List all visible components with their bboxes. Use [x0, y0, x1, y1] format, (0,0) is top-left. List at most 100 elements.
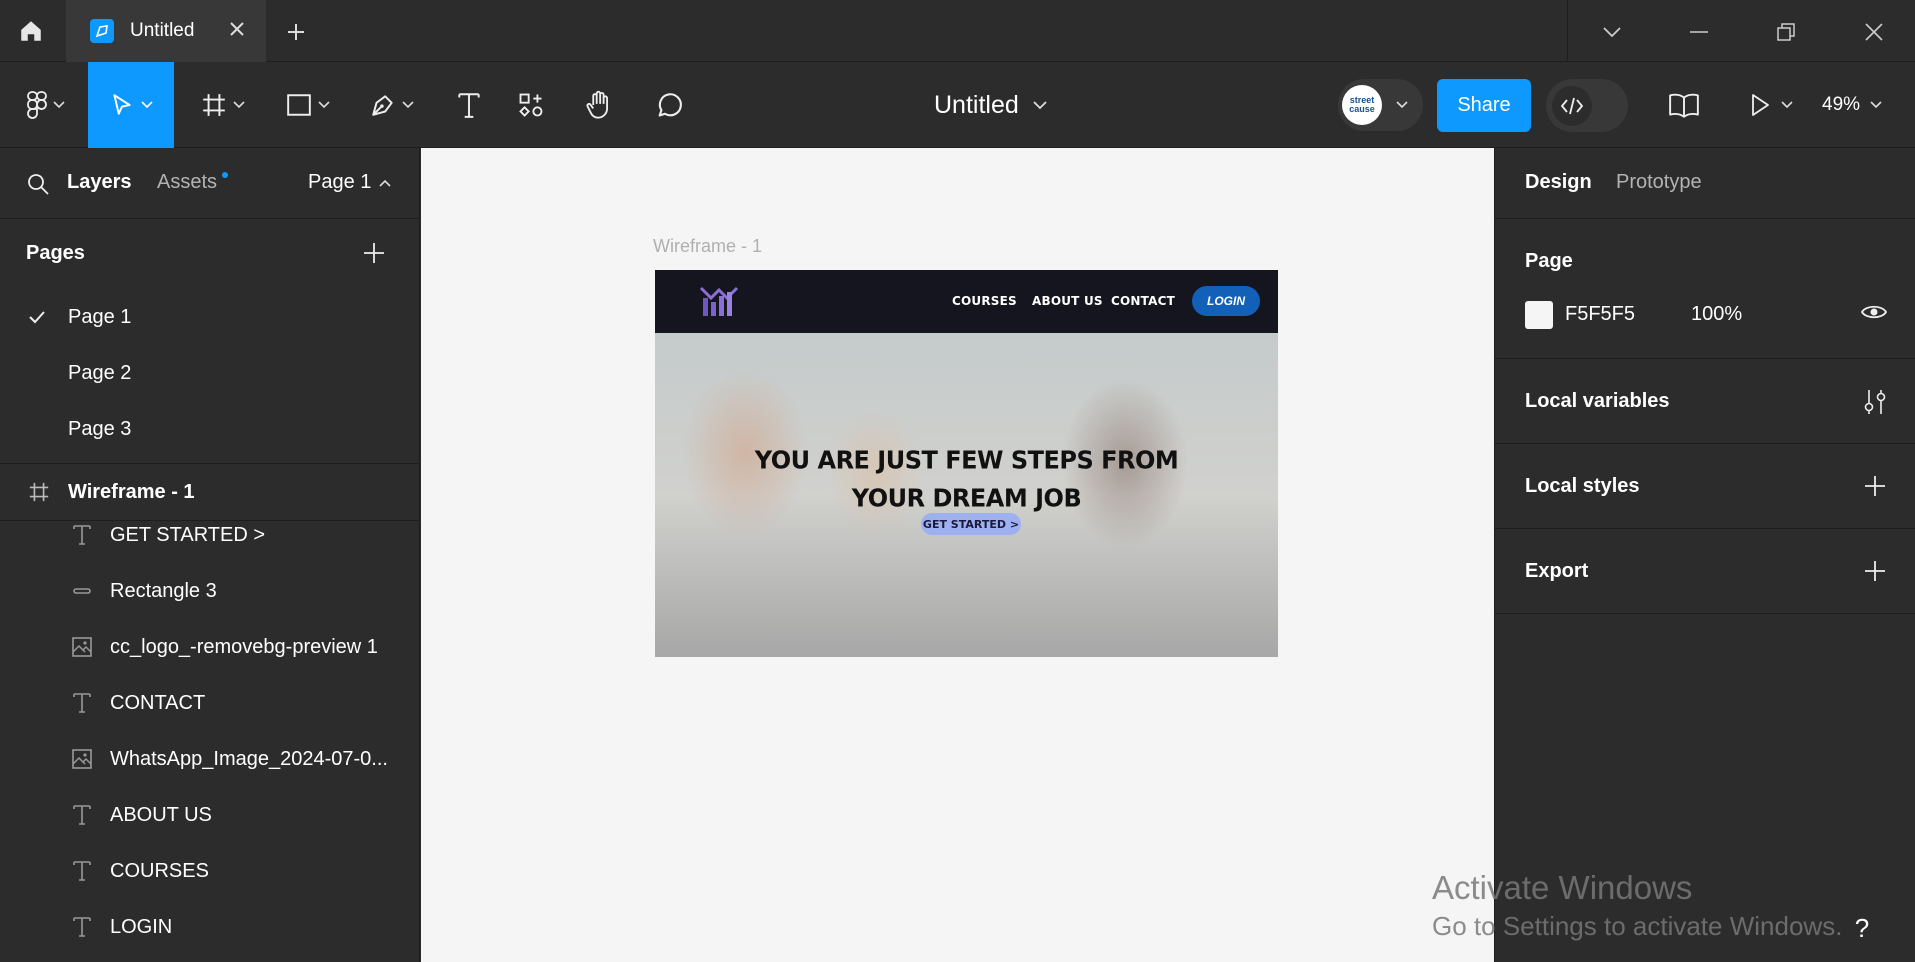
- checkmark-icon: [29, 311, 45, 324]
- main-toolbar: Untitled street cause Share 49%: [0, 62, 1915, 148]
- comment-tool-button[interactable]: [644, 62, 694, 148]
- layer-item[interactable]: cc_logo_-removebg-preview 1: [0, 619, 419, 675]
- page-item-2[interactable]: Page 2: [0, 345, 419, 401]
- search-icon: [28, 174, 49, 195]
- pen-tool-button[interactable]: [362, 62, 422, 148]
- close-window-button[interactable]: [1858, 16, 1890, 48]
- layer-label: GET STARTED >: [110, 523, 266, 546]
- tab-prototype[interactable]: Prototype: [1616, 171, 1702, 194]
- rectangle-icon: [287, 94, 311, 116]
- layer-item[interactable]: Rectangle 3: [0, 563, 419, 619]
- layer-label: Rectangle 3: [110, 579, 217, 602]
- chevron-down-icon: [1603, 27, 1621, 38]
- properties-panel: Design Prototype Page F5F5F5 100% Local …: [1494, 148, 1915, 962]
- page-bg-opacity-input[interactable]: 100%: [1691, 303, 1742, 326]
- tabs-dropdown-button[interactable]: [1596, 16, 1628, 48]
- image-icon: [70, 636, 94, 658]
- brand-logo-icon: [699, 286, 739, 316]
- chevron-down-icon: [1033, 100, 1047, 109]
- title-bar: Untitled: [0, 0, 1915, 62]
- home-button[interactable]: [0, 0, 62, 62]
- frame-tool-button[interactable]: [193, 62, 253, 148]
- wireframe-frame[interactable]: COURSES ABOUT US CONTACT LOGIN YOU ARE J…: [655, 270, 1278, 657]
- watermark-line-1: Activate Windows: [1432, 869, 1693, 906]
- text-icon: [70, 860, 94, 882]
- local-variables-section[interactable]: Local variables: [1495, 359, 1915, 444]
- frame-title-label[interactable]: Wireframe - 1: [653, 236, 762, 257]
- page-bg-hex-input[interactable]: F5F5F5: [1565, 303, 1635, 326]
- page-item-1[interactable]: Page 1: [0, 289, 419, 345]
- local-styles-section[interactable]: Local styles: [1495, 444, 1915, 529]
- current-page-label: Page 1: [308, 171, 372, 193]
- close-tab-button[interactable]: [228, 20, 246, 44]
- text-icon: [70, 692, 94, 714]
- hand-tool-button[interactable]: [574, 62, 624, 148]
- add-export-button[interactable]: [1863, 559, 1887, 588]
- wireframe-nav-contact: CONTACT: [1111, 294, 1175, 308]
- design-canvas[interactable]: Wireframe - 1 COURSES ABOUT US CONTACT L…: [421, 148, 1494, 962]
- plus-icon: [288, 24, 304, 40]
- layer-label: CONTACT: [110, 691, 206, 714]
- image-icon: [70, 748, 94, 770]
- cursor-icon: [113, 94, 131, 115]
- new-tab-button[interactable]: [280, 16, 312, 48]
- wireframe-login-button: LOGIN: [1192, 286, 1260, 316]
- document-title-button[interactable]: Untitled: [934, 62, 1047, 148]
- visibility-toggle[interactable]: [1860, 303, 1888, 326]
- chevron-down-icon: [1781, 101, 1793, 109]
- tab-assets[interactable]: Assets: [157, 171, 217, 194]
- main-menu-button[interactable]: [18, 62, 74, 148]
- hand-icon: [586, 90, 608, 119]
- hero-heading-line-2: YOUR DREAM JOB: [851, 483, 1082, 513]
- search-layers-button[interactable]: [26, 172, 50, 201]
- page-bg-color-swatch[interactable]: [1525, 301, 1553, 329]
- present-button[interactable]: [1742, 62, 1800, 148]
- layer-label: ABOUT US: [110, 803, 212, 826]
- export-section[interactable]: Export: [1495, 529, 1915, 614]
- multiplayer-avatar-button[interactable]: street cause: [1338, 79, 1423, 131]
- wireframe-hero-heading: YOU ARE JUST FEW STEPS FROM YOUR DREAM J…: [655, 441, 1278, 517]
- tab-layers[interactable]: Layers: [67, 171, 132, 194]
- file-tab[interactable]: Untitled: [66, 0, 266, 62]
- layer-item[interactable]: CONTACT: [0, 675, 419, 731]
- local-variables-title: Local variables: [1525, 390, 1670, 412]
- zoom-menu-button[interactable]: 49%: [1822, 62, 1882, 148]
- minimize-button[interactable]: [1683, 16, 1715, 48]
- file-tab-title: Untitled: [130, 20, 195, 41]
- dev-mode-toggle[interactable]: [1546, 79, 1628, 132]
- local-styles-title: Local styles: [1525, 475, 1640, 497]
- layer-label: WhatsApp_Image_2024-07-0...: [110, 747, 388, 770]
- wireframe-hero-image: YOU ARE JUST FEW STEPS FROM YOUR DREAM J…: [655, 333, 1278, 657]
- help-button[interactable]: ?: [1840, 906, 1884, 950]
- layer-item[interactable]: WhatsApp_Image_2024-07-0...: [0, 731, 419, 787]
- page-item-3[interactable]: Page 3: [0, 401, 419, 457]
- resources-tool-button[interactable]: [506, 62, 556, 148]
- share-button[interactable]: Share: [1437, 79, 1531, 132]
- frame-icon: [203, 94, 225, 116]
- hero-heading-line-1: YOU ARE JUST FEW STEPS FROM: [754, 445, 1179, 475]
- shape-tool-button[interactable]: [278, 62, 338, 148]
- chevron-down-icon: [233, 101, 245, 109]
- add-style-button[interactable]: [1863, 474, 1887, 503]
- restore-button[interactable]: [1770, 16, 1802, 48]
- assets-notification-dot: [222, 172, 228, 178]
- library-button[interactable]: [1664, 62, 1704, 148]
- layer-item[interactable]: ABOUT US: [0, 787, 419, 843]
- page-selector[interactable]: Page 1: [308, 171, 391, 194]
- open-variables-button[interactable]: [1863, 388, 1887, 421]
- code-icon: [1560, 97, 1584, 114]
- move-tool-button[interactable]: [88, 62, 174, 148]
- avatar: street cause: [1342, 85, 1382, 125]
- tab-design[interactable]: Design: [1525, 171, 1592, 194]
- chevron-down-icon: [53, 101, 65, 109]
- layer-item[interactable]: COURSES: [0, 843, 419, 899]
- add-page-button[interactable]: [362, 241, 386, 270]
- zoom-level: 49%: [1822, 94, 1861, 115]
- pen-icon: [372, 95, 393, 116]
- layer-label: LOGIN: [110, 915, 173, 938]
- layer-item[interactable]: GET STARTED >: [0, 507, 419, 563]
- pages-header: Pages: [0, 219, 419, 289]
- layer-item[interactable]: LOGIN: [0, 899, 419, 955]
- export-title: Export: [1525, 560, 1589, 582]
- text-tool-button[interactable]: [444, 62, 494, 148]
